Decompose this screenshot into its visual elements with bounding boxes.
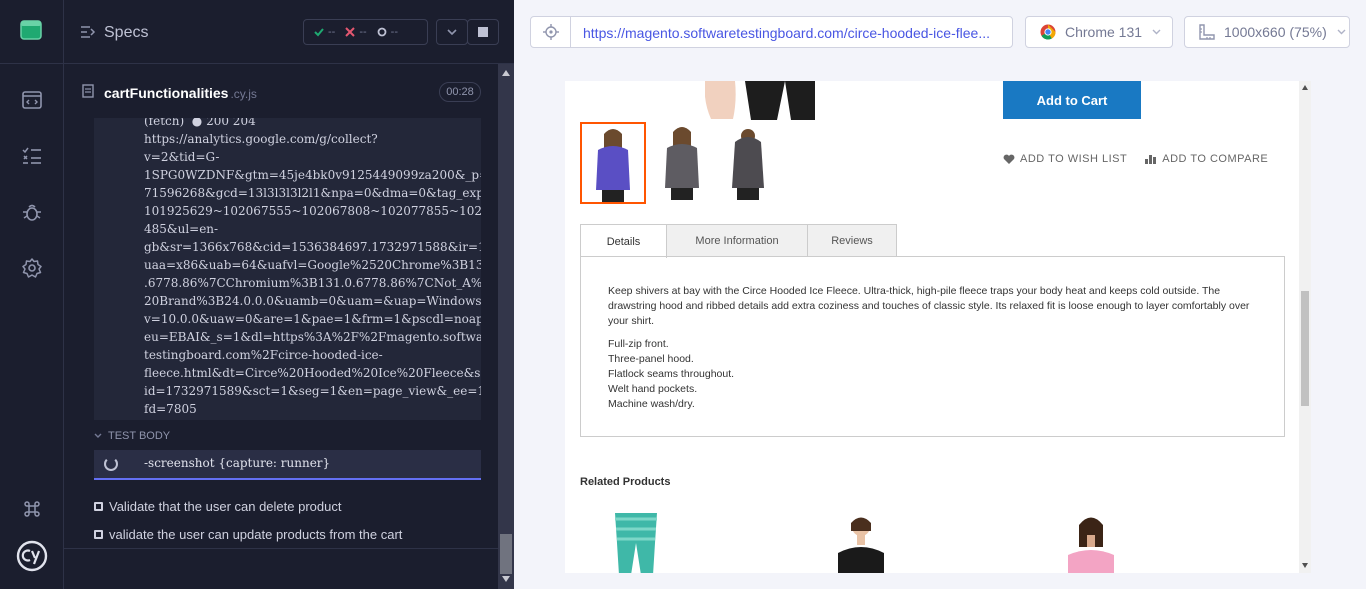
product-social-links: ADD TO WISH LIST ADD TO COMPARE: [1003, 153, 1268, 165]
pending-test-icon: [94, 530, 103, 539]
product-thumbnail-image: [665, 127, 699, 200]
product-description: Keep shivers at bay with the Circe Hoode…: [608, 285, 1250, 327]
stop-icon: [478, 27, 488, 37]
feature-item: Welt hand pockets.: [608, 383, 698, 395]
add-to-wish-list-link[interactable]: ADD TO WISH LIST: [1003, 153, 1127, 165]
specs-header: Specs -- -- --: [64, 0, 514, 64]
related-product-image[interactable]: [830, 513, 892, 573]
reporter-panel: Specs -- -- -- cartFunctionalities .cy.js…: [64, 0, 514, 589]
thumbnail-back[interactable]: [717, 122, 783, 204]
scroll-down-arrow-icon[interactable]: [1302, 563, 1308, 568]
current-command-row[interactable]: -screenshot {capture: runner}: [94, 450, 481, 480]
feature-item: Three-panel hood.: [608, 353, 694, 365]
chevron-down-icon: [94, 433, 102, 438]
scrollbar-thumb[interactable]: [500, 534, 512, 574]
spec-name-text: cartFunctionalities: [104, 85, 229, 101]
scroll-down-arrow-icon[interactable]: [502, 576, 510, 582]
add-to-compare-link[interactable]: ADD TO COMPARE: [1145, 153, 1268, 165]
thumbnail-purple[interactable]: [580, 122, 646, 204]
browser-label: Chrome 131: [1065, 24, 1143, 40]
related-product-image[interactable]: [1060, 513, 1122, 573]
crosshair-icon: [542, 24, 559, 40]
panel-divider: [64, 548, 498, 549]
test-item[interactable]: validate the user can update products fr…: [94, 527, 402, 542]
details-panel: Keep shivers at bay with the Circe Hoode…: [580, 256, 1285, 437]
spec-file-name: cartFunctionalities .cy.js: [104, 85, 257, 101]
test-item[interactable]: Validate that the user can delete produc…: [94, 499, 341, 514]
app-logo-icon[interactable]: [20, 20, 42, 40]
page-scrollbar[interactable]: [1299, 81, 1311, 573]
settings-icon[interactable]: [20, 256, 44, 280]
passed-stat: --: [314, 26, 335, 38]
test-title: Validate that the user can delete produc…: [109, 499, 342, 514]
spec-header: cartFunctionalities .cy.js: [64, 65, 498, 119]
bar-chart-icon: [1145, 155, 1157, 164]
url-bar[interactable]: https://magento.softwaretestingboard.com…: [530, 16, 1013, 48]
loading-spinner-icon: [104, 457, 118, 471]
command-text: -screenshot {capture: runner}: [144, 456, 331, 470]
add-to-cart-button[interactable]: Add to Cart: [1003, 81, 1141, 119]
reporter-scrollbar[interactable]: [498, 64, 514, 589]
specs-toggle-icon[interactable]: [80, 24, 96, 40]
specs-list-icon[interactable]: [20, 144, 44, 168]
spec-timer: 00:28: [439, 82, 481, 102]
test-title: validate the user can update products fr…: [109, 527, 403, 542]
product-info-tabs: Details More Information Reviews: [580, 224, 897, 258]
related-products-title: Related Products: [580, 476, 671, 488]
document-icon: [82, 84, 94, 98]
pending-stat: --: [377, 26, 398, 38]
product-main-image: [705, 81, 815, 120]
page-scrollbar-thumb[interactable]: [1301, 291, 1309, 406]
failed-stat: --: [345, 26, 367, 38]
scroll-up-arrow-icon[interactable]: [502, 70, 510, 76]
url-text[interactable]: https://magento.softwaretestingboard.com…: [583, 25, 990, 41]
check-icon: [314, 28, 324, 37]
ruler-icon: [1199, 24, 1215, 40]
pending-icon: [377, 27, 387, 37]
rail-divider: [0, 63, 64, 64]
network-request-log: (fetch) ● 200 204 https://analytics.goog…: [144, 118, 481, 416]
scroll-up-arrow-icon[interactable]: [1302, 85, 1308, 90]
feature-item: Flatlock seams throughout.: [608, 368, 735, 380]
product-thumbnail-image: [596, 129, 630, 202]
feature-item: Full-zip front.: [608, 338, 669, 350]
tab-more-information[interactable]: More Information: [666, 224, 808, 257]
stop-button[interactable]: [467, 19, 499, 45]
chevron-down-icon: [1152, 29, 1161, 35]
specs-title[interactable]: Specs: [104, 24, 148, 42]
test-body-section[interactable]: TEST BODY: [94, 430, 170, 442]
wish-list-label: ADD TO WISH LIST: [1020, 153, 1128, 165]
tab-reviews[interactable]: Reviews: [807, 224, 897, 257]
viewport-selector[interactable]: 1000x660 (75%): [1184, 16, 1350, 48]
test-body-label: TEST BODY: [108, 430, 171, 442]
pending-test-icon: [94, 502, 103, 511]
cypress-logo-icon[interactable]: [16, 540, 48, 572]
browser-selector[interactable]: Chrome 131: [1025, 16, 1173, 48]
product-thumbnail-image: [732, 129, 764, 200]
thumbnail-gray[interactable]: [651, 122, 717, 204]
feature-list: Full-zip front. Three-panel hood. Flatlo…: [608, 337, 734, 412]
debug-icon[interactable]: [20, 200, 44, 224]
related-product-image[interactable]: [605, 513, 667, 573]
aut-viewport[interactable]: Add to Cart ADD TO WISH LIST ADD TO COMP…: [565, 81, 1311, 573]
chevron-down-icon: [1337, 29, 1346, 35]
chrome-icon: [1040, 24, 1056, 40]
app-under-test: https://magento.softwaretestingboard.com…: [514, 0, 1366, 589]
x-icon: [345, 27, 356, 37]
tab-details[interactable]: Details: [580, 224, 667, 258]
selector-playground-button[interactable]: [531, 17, 571, 47]
viewport-label: 1000x660 (75%): [1224, 24, 1327, 40]
feature-item: Machine wash/dry.: [608, 398, 695, 410]
spec-extension: .cy.js: [230, 87, 257, 101]
compare-label: ADD TO COMPARE: [1162, 153, 1269, 165]
auto-scroll-button[interactable]: [436, 19, 468, 45]
nav-rail: [0, 0, 64, 589]
test-stats: -- -- --: [303, 19, 428, 45]
heart-icon: [1003, 154, 1015, 164]
command-log[interactable]: (fetch) ● 200 204 https://analytics.goog…: [94, 118, 481, 420]
chevron-down-icon: [447, 29, 457, 35]
keyboard-shortcut-icon[interactable]: [20, 497, 44, 521]
runs-icon[interactable]: [20, 88, 44, 112]
